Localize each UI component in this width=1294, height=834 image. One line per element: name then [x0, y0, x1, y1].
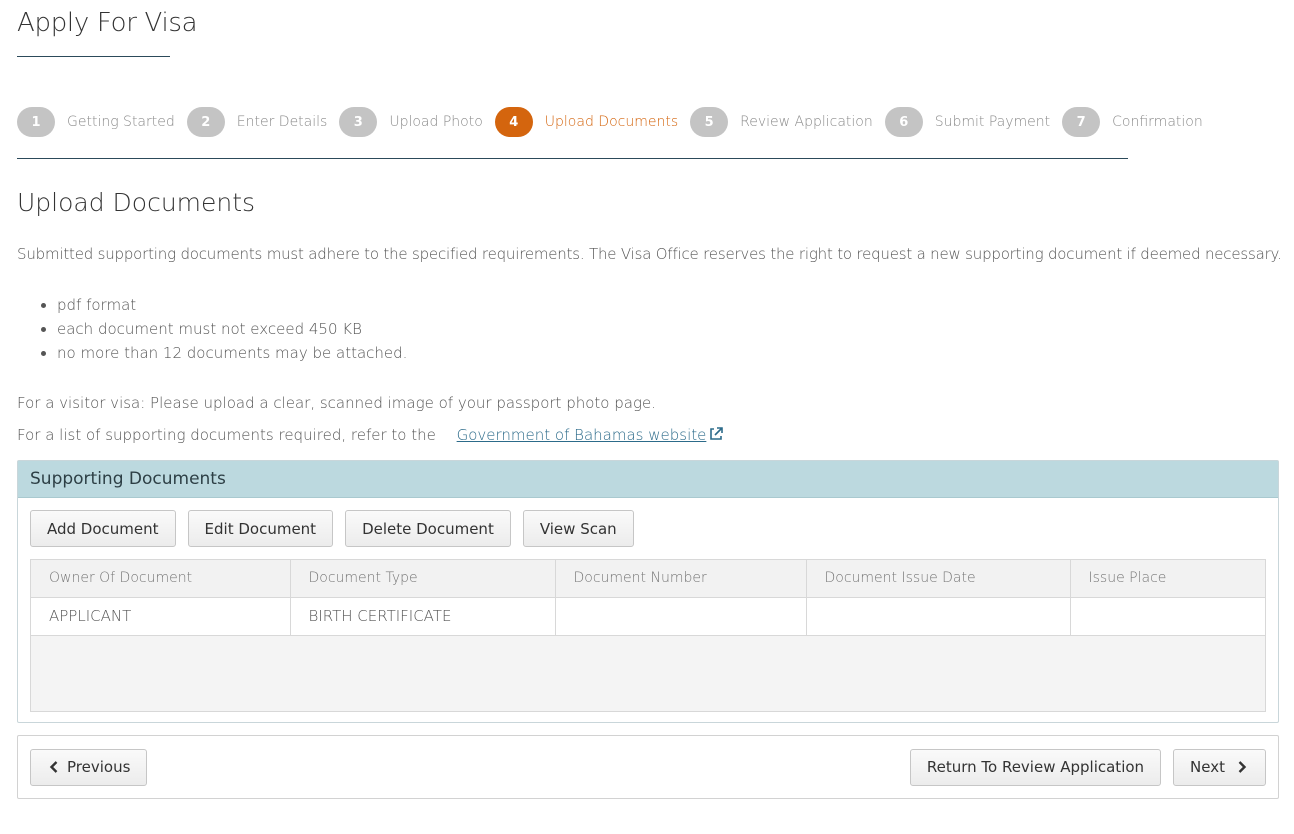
list-item: pdf format — [57, 293, 1277, 317]
cell-owner: APPLICANT — [31, 597, 291, 636]
next-label: Next — [1190, 758, 1225, 776]
intro-text: Submitted supporting documents must adhe… — [17, 245, 1282, 263]
step-label: Confirmation — [1112, 114, 1203, 130]
supporting-docs-note-text: For a list of supporting documents requi… — [17, 426, 436, 444]
step-number: 2 — [186, 107, 225, 137]
visitor-visa-note: For a visitor visa: Please upload a clea… — [17, 394, 656, 412]
table-row[interactable]: APPLICANT BIRTH CERTIFICATE — [31, 597, 1265, 636]
government-website-link[interactable]: Government of Bahamas website — [457, 426, 725, 444]
step-upload-documents[interactable]: 4 Upload Documents — [494, 107, 679, 137]
step-number: 1 — [17, 107, 55, 137]
column-header-document-number[interactable]: Document Number — [555, 560, 807, 598]
panel-body: Add Document Edit Document Delete Docume… — [18, 498, 1278, 724]
step-label: Getting Started — [67, 114, 175, 130]
page: Apply For Visa 1 Getting Started 2 Enter… — [0, 0, 1294, 834]
step-label: Upload Documents — [544, 114, 679, 130]
chevron-right-icon — [1238, 761, 1247, 773]
step-review-application[interactable]: 5 Review Application — [690, 107, 873, 137]
list-item: no more than 12 documents may be attache… — [57, 341, 1277, 365]
documents-table: Owner Of Document Document Type Document… — [30, 559, 1266, 712]
page-title: Apply For Visa — [17, 8, 198, 38]
step-label: Review Application — [740, 114, 873, 130]
cell-document-number — [555, 597, 807, 636]
supporting-documents-panel: Supporting Documents Add Document Edit D… — [17, 460, 1279, 723]
delete-document-button[interactable]: Delete Document — [345, 510, 511, 547]
column-header-issue-place[interactable]: Issue Place — [1070, 560, 1265, 598]
step-label: Submit Payment — [934, 114, 1051, 130]
supporting-docs-note: For a list of supporting documents requi… — [17, 426, 1277, 444]
column-header-document-type[interactable]: Document Type — [290, 560, 556, 598]
step-getting-started[interactable]: 1 Getting Started — [17, 107, 175, 137]
column-header-issue-date[interactable]: Document Issue Date — [806, 560, 1071, 598]
step-enter-details[interactable]: 2 Enter Details — [186, 107, 328, 137]
view-scan-button[interactable]: View Scan — [522, 510, 634, 547]
step-label: Enter Details — [236, 114, 328, 130]
return-to-review-button[interactable]: Return To Review Application — [909, 748, 1162, 786]
cell-document-type: BIRTH CERTIFICATE — [290, 597, 556, 636]
step-number: 5 — [690, 107, 729, 137]
navigation-panel: Previous Return To Review Application Ne… — [17, 735, 1279, 799]
panel-heading: Supporting Documents — [18, 461, 1278, 498]
table-header-row: Owner Of Document Document Type Document… — [31, 560, 1265, 598]
step-label: Upload Photo — [389, 114, 483, 130]
cell-issue-date — [806, 597, 1071, 636]
requirements-list: pdf format each document must not exceed… — [17, 293, 1277, 365]
edit-document-button[interactable]: Edit Document — [187, 510, 334, 547]
step-confirmation[interactable]: 7 Confirmation — [1062, 107, 1203, 137]
link-text: Government of Bahamas website — [456, 426, 707, 444]
section-title: Upload Documents — [17, 188, 256, 217]
add-document-button[interactable]: Add Document — [30, 510, 176, 547]
next-button[interactable]: Next — [1173, 748, 1266, 786]
document-actions: Add Document Edit Document Delete Docume… — [30, 510, 1266, 547]
stepper-divider — [17, 158, 1128, 159]
step-number: 7 — [1062, 107, 1101, 137]
previous-label: Previous — [67, 758, 131, 776]
step-upload-photo[interactable]: 3 Upload Photo — [339, 107, 483, 137]
step-number: 6 — [884, 107, 923, 137]
cell-issue-place — [1070, 597, 1265, 636]
column-header-owner[interactable]: Owner Of Document — [31, 560, 291, 598]
list-item: each document must not exceed 450 KB — [57, 317, 1277, 341]
previous-button[interactable]: Previous — [30, 748, 148, 786]
progress-stepper: 1 Getting Started 2 Enter Details 3 Uplo… — [17, 105, 1277, 139]
title-underline — [17, 56, 170, 57]
table-empty-area — [31, 635, 1265, 711]
step-number: 3 — [339, 107, 378, 137]
step-submit-payment[interactable]: 6 Submit Payment — [884, 107, 1051, 137]
chevron-left-icon — [49, 761, 58, 773]
step-number: 4 — [494, 107, 533, 137]
navigation-right: Return To Review Application Next — [909, 748, 1266, 786]
external-link-icon — [710, 427, 724, 440]
